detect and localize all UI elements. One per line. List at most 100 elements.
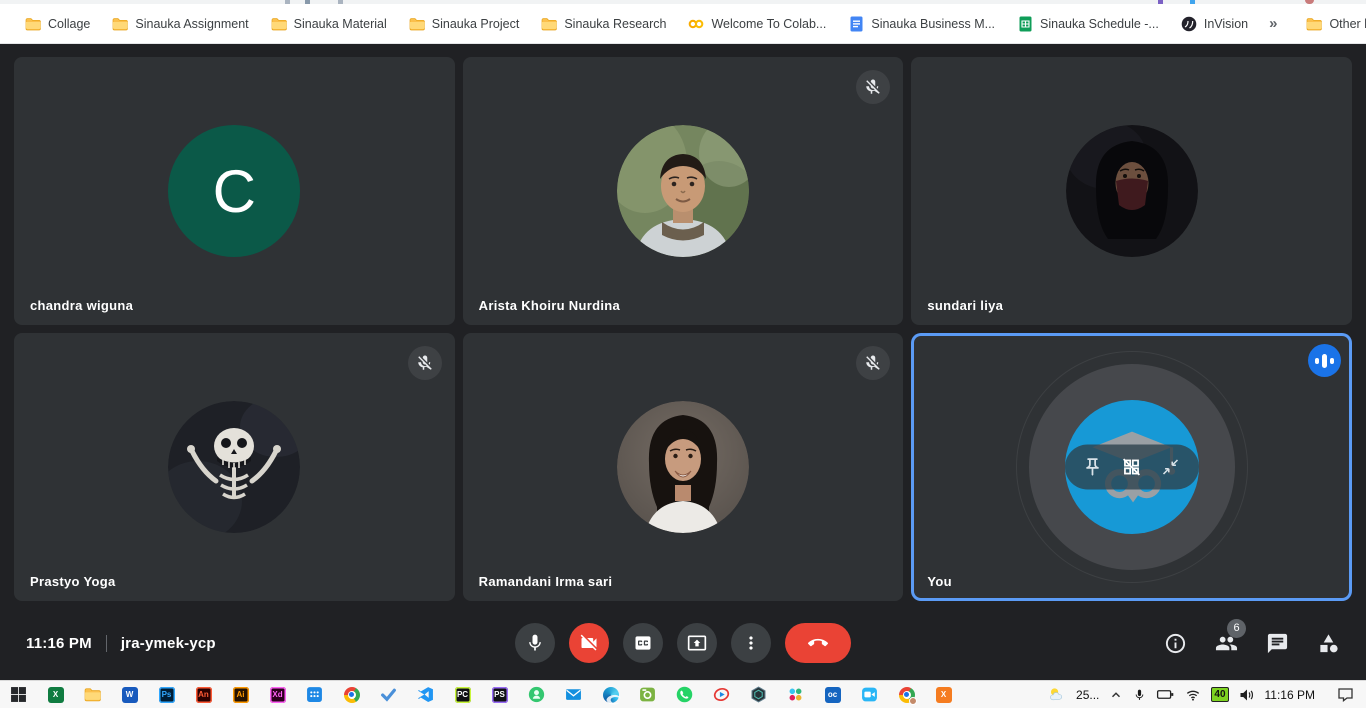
- photoshop-taskbar-icon[interactable]: Ps: [148, 681, 185, 708]
- file-explorer-taskbar-icon[interactable]: [74, 681, 111, 708]
- activities-icon: [1317, 632, 1340, 655]
- other-bookmarks-button[interactable]: Other bookmarks: [1295, 10, 1366, 38]
- pin-icon[interactable]: [1082, 457, 1103, 478]
- browser-ui-fragment: [305, 0, 310, 4]
- more-options-button[interactable]: [731, 623, 771, 663]
- minimize-icon[interactable]: [1160, 457, 1181, 478]
- bookmark-item[interactable]: Sinauka Project: [398, 10, 531, 38]
- initial-avatar: C: [168, 125, 300, 257]
- bookmark-label: Sinauka Schedule -...: [1040, 17, 1159, 31]
- participant-name: chandra wiguna: [30, 298, 133, 313]
- participant-tile-ramandani-irma-sari[interactable]: Ramandani Irma sari: [463, 333, 904, 601]
- chrome-taskbar-icon[interactable]: [333, 681, 370, 708]
- participant-tile-you[interactable]: You: [911, 333, 1352, 601]
- check-app-taskbar-icon[interactable]: [370, 681, 407, 708]
- folder-icon: [1306, 16, 1322, 32]
- participant-name: You: [927, 574, 952, 589]
- microphone-button[interactable]: [515, 623, 555, 663]
- avatar: [463, 333, 904, 601]
- participant-tile-prastyo-yoga[interactable]: Prastyo Yoga: [14, 333, 455, 601]
- battery-icon[interactable]: [1156, 688, 1175, 701]
- xampp-taskbar-icon[interactable]: X: [925, 681, 962, 708]
- participants-button[interactable]: 6: [1215, 632, 1238, 655]
- participant-tile-chandra-wiguna[interactable]: Cchandra wiguna: [14, 57, 455, 325]
- edge-taskbar-icon[interactable]: [592, 681, 629, 708]
- chat-button[interactable]: [1266, 632, 1289, 655]
- meeting-info: 11:16 PM jra-ymek-ycp: [26, 635, 216, 652]
- bookmark-item[interactable]: Sinauka Material: [260, 10, 398, 38]
- system-tray: 25... 40 11:16 PM: [1047, 681, 1366, 708]
- remove-tile-icon[interactable]: [1121, 457, 1142, 478]
- windows-taskbar: X WPsAnAiXd PCPS oc X 25... 40 11:16 PM: [0, 680, 1366, 708]
- tray-clock[interactable]: 11:16 PM: [1265, 688, 1315, 702]
- wifi-icon[interactable]: [1185, 688, 1201, 702]
- audio-indicator-icon: [1308, 344, 1341, 377]
- temperature-label[interactable]: 25...: [1076, 688, 1099, 702]
- phpstorm-taskbar-icon[interactable]: PS: [481, 681, 518, 708]
- tray-microphone-icon[interactable]: [1133, 688, 1146, 702]
- gom-cam-taskbar-icon[interactable]: [629, 681, 666, 708]
- hexagon-app-taskbar-icon[interactable]: [740, 681, 777, 708]
- action-center-icon[interactable]: [1325, 687, 1354, 702]
- word-taskbar-icon[interactable]: W: [111, 681, 148, 708]
- calendar-taskbar-icon[interactable]: [296, 681, 333, 708]
- invision-icon: [1181, 16, 1197, 32]
- docs-icon: [848, 16, 864, 32]
- info-icon: [1164, 632, 1187, 655]
- divider: [106, 635, 107, 652]
- battery-percent-badge[interactable]: 40: [1211, 687, 1228, 702]
- captions-button[interactable]: [623, 623, 663, 663]
- bookmarks-overflow-chevron[interactable]: »: [1259, 15, 1287, 32]
- participant-name: Arista Khoiru Nurdina: [479, 298, 620, 313]
- flower-app-taskbar-icon[interactable]: [777, 681, 814, 708]
- bookmark-item[interactable]: Collage: [14, 10, 101, 38]
- bookmark-label: Sinauka Project: [432, 17, 520, 31]
- clock: 11:16 PM: [26, 635, 92, 652]
- bookmark-label: Other bookmarks: [1329, 17, 1366, 31]
- avatar: [911, 57, 1352, 325]
- bookmark-item[interactable]: Sinauka Schedule -...: [1006, 10, 1170, 38]
- bookmark-label: Collage: [48, 17, 90, 31]
- oc-app-taskbar-icon[interactable]: oc: [814, 681, 851, 708]
- mail-taskbar-icon[interactable]: [555, 681, 592, 708]
- bookmark-item[interactable]: Sinauka Assignment: [101, 10, 259, 38]
- vscode-taskbar-icon[interactable]: [407, 681, 444, 708]
- chrome-profile-taskbar-icon[interactable]: [888, 681, 925, 708]
- excel-taskbar-icon[interactable]: X: [37, 681, 74, 708]
- camera-app-taskbar-icon[interactable]: [851, 681, 888, 708]
- android-emulator-taskbar-icon[interactable]: [518, 681, 555, 708]
- illustrator-taskbar-icon[interactable]: Ai: [222, 681, 259, 708]
- participant-tile-arista-khoiru-nurdina[interactable]: Arista Khoiru Nurdina: [463, 57, 904, 325]
- folder-icon: [541, 16, 557, 32]
- meeting-details-button[interactable]: [1164, 632, 1187, 655]
- tray-chevron-icon[interactable]: [1109, 688, 1123, 702]
- avatar-ring: [1029, 364, 1235, 570]
- present-icon: [687, 633, 707, 653]
- screen-recorder-taskbar-icon[interactable]: [703, 681, 740, 708]
- start-button[interactable]: [0, 681, 37, 708]
- present-button[interactable]: [677, 623, 717, 663]
- bookmark-item[interactable]: Welcome To Colab...: [677, 10, 837, 38]
- participant-tile-sundari-liya[interactable]: sundari liya: [911, 57, 1352, 325]
- folder-icon: [25, 16, 41, 32]
- camera-off-button[interactable]: [569, 623, 609, 663]
- browser-ui-fragment: [1305, 0, 1314, 4]
- pycharm-taskbar-icon[interactable]: PC: [444, 681, 481, 708]
- end-call-button[interactable]: [785, 623, 851, 663]
- whatsapp-taskbar-icon[interactable]: [666, 681, 703, 708]
- photo-avatar: [617, 401, 749, 533]
- bookmark-item[interactable]: Sinauka Research: [530, 10, 677, 38]
- animate-taskbar-icon[interactable]: An: [185, 681, 222, 708]
- avatar: [911, 333, 1352, 601]
- bookmarks-bar: Collage Sinauka Assignment Sinauka Materia…: [0, 4, 1366, 44]
- taskbar-apps: X WPsAnAiXd PCPS oc X: [0, 681, 962, 708]
- bookmark-label: Sinauka Assignment: [135, 17, 248, 31]
- bookmark-label: Welcome To Colab...: [711, 17, 826, 31]
- adobe-xd-taskbar-icon[interactable]: Xd: [259, 681, 296, 708]
- bookmark-item[interactable]: InVision: [1170, 10, 1259, 38]
- weather-icon[interactable]: [1047, 686, 1066, 703]
- activities-button[interactable]: [1317, 632, 1340, 655]
- participant-name: Ramandani Irma sari: [479, 574, 613, 589]
- volume-icon[interactable]: [1239, 688, 1255, 702]
- bookmark-item[interactable]: Sinauka Business M...: [837, 10, 1006, 38]
